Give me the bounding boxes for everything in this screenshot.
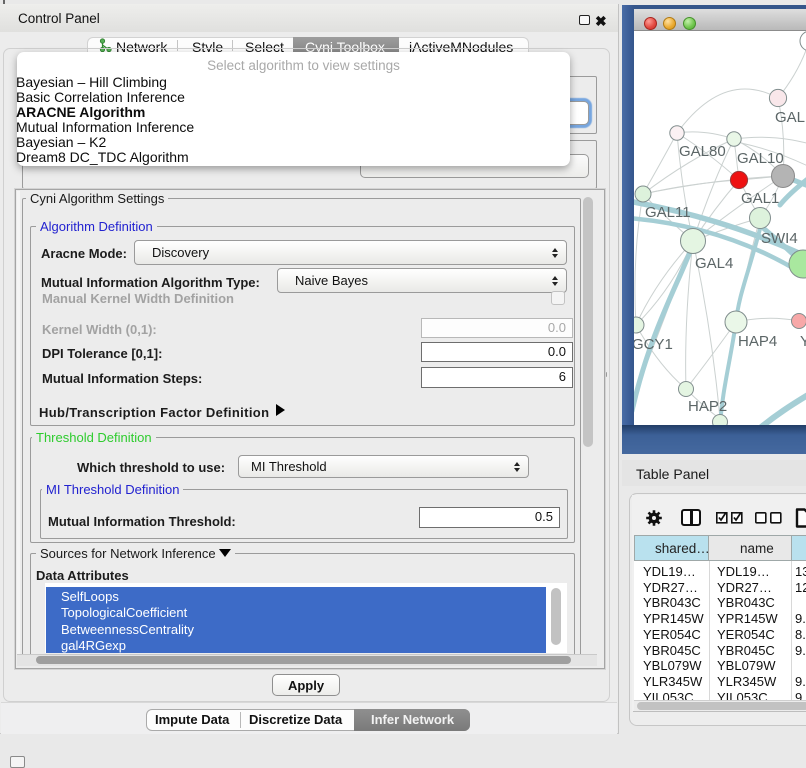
svg-text:GAL1: GAL1 xyxy=(741,190,779,207)
svg-text:SWI4: SWI4 xyxy=(761,230,798,247)
svg-text:GAL4: GAL4 xyxy=(695,255,733,272)
svg-text:GCY1: GCY1 xyxy=(634,336,673,353)
svg-text:Y: Y xyxy=(800,333,806,350)
svg-text:GAL80: GAL80 xyxy=(679,143,726,160)
svg-text:HAP4: HAP4 xyxy=(738,333,777,350)
svg-text:GAL: GAL xyxy=(775,109,805,126)
svg-text:GAL11: GAL11 xyxy=(645,204,691,221)
svg-text:GAL10: GAL10 xyxy=(737,150,784,167)
svg-text:HAP2: HAP2 xyxy=(688,398,727,415)
